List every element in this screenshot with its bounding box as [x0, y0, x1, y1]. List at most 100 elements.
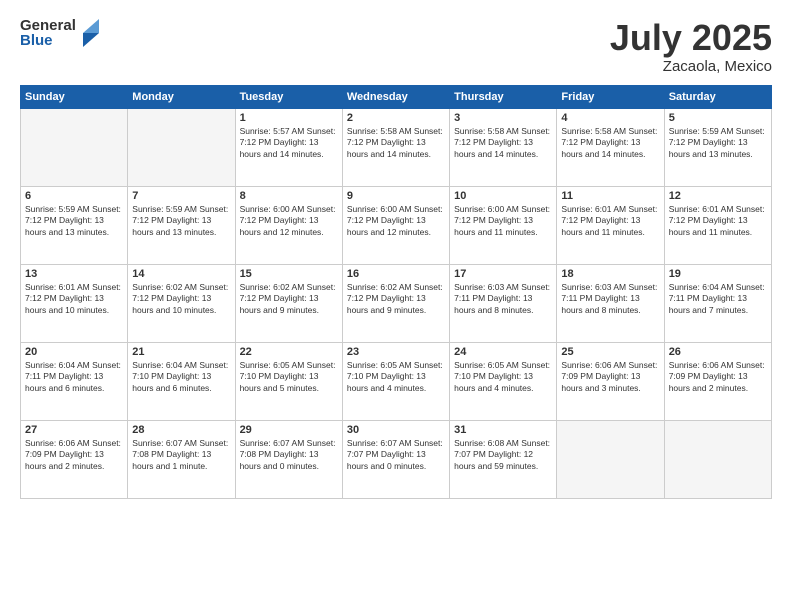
day-number: 12 [669, 190, 767, 202]
calendar-cell: 8Sunrise: 6:00 AM Sunset: 7:12 PM Daylig… [235, 186, 342, 264]
day-number: 25 [561, 346, 659, 358]
day-number: 13 [25, 268, 123, 280]
day-info: Sunrise: 5:59 AM Sunset: 7:12 PM Dayligh… [25, 204, 123, 238]
calendar-cell: 19 Sunrise: 6:04 AM Sunset: 7:11 PM Dayli… [664, 264, 771, 342]
day-info: Sunrise: 5:58 AM Sunset: 7:12 PM Dayligh… [561, 126, 659, 160]
day-number: 28 [132, 424, 230, 436]
calendar-cell: 14Sunrise: 6:02 AM Sunset: 7:12 PM Dayli… [128, 264, 235, 342]
calendar-subtitle: Zacaola, Mexico [610, 58, 772, 75]
day-info: Sunrise: 6:08 AM Sunset: 7:07 PM Dayligh… [454, 438, 552, 472]
day-number: 5 [669, 112, 767, 124]
calendar-week-2: 6 Sunrise: 5:59 AM Sunset: 7:12 PM Daylig… [21, 186, 772, 264]
logo-blue-text: Blue [20, 33, 76, 48]
calendar-cell [664, 420, 771, 498]
day-number: 3 [454, 112, 552, 124]
day-number: 16 [347, 268, 445, 280]
day-info: Sunrise: 5:58 AM Sunset: 7:12 PM Dayligh… [347, 126, 445, 160]
day-info: Sunrise: 6:03 AM Sunset: 7:11 PM Dayligh… [561, 282, 659, 316]
day-info: Sunrise: 6:00 AM Sunset: 7:12 PM Dayligh… [454, 204, 552, 238]
calendar-cell: 7 Sunrise: 5:59 AM Sunset: 7:12 PM Daylig… [128, 186, 235, 264]
day-info: Sunrise: 6:02 AM Sunset: 7:12 PM Dayligh… [132, 282, 230, 316]
day-info: Sunrise: 6:05 AM Sunset: 7:10 PM Dayligh… [454, 360, 552, 394]
calendar-cell: 4 Sunrise: 5:58 AM Sunset: 7:12 PM Daylig… [557, 108, 664, 186]
calendar-cell: 17 Sunrise: 6:03 AM Sunset: 7:11 PM Dayli… [450, 264, 557, 342]
day-info: Sunrise: 6:06 AM Sunset: 7:09 PM Dayligh… [669, 360, 767, 394]
day-number: 6 [25, 190, 123, 202]
day-number: 11 [561, 190, 659, 202]
day-info: Sunrise: 5:57 AM Sunset: 7:12 PM Dayligh… [240, 126, 338, 160]
logo-general-text: General [20, 18, 76, 33]
calendar-cell: 5 Sunrise: 5:59 AM Sunset: 7:12 PM Daylig… [664, 108, 771, 186]
calendar-cell: 24 Sunrise: 6:05 AM Sunset: 7:10 PM Dayli… [450, 342, 557, 420]
day-info: Sunrise: 6:02 AM Sunset: 7:12 PM Dayligh… [240, 282, 338, 316]
col-monday: Monday [128, 85, 235, 108]
day-info: Sunrise: 6:04 AM Sunset: 7:11 PM Dayligh… [25, 360, 123, 394]
calendar-cell: 22 Sunrise: 6:05 AM Sunset: 7:10 PM Dayli… [235, 342, 342, 420]
day-number: 2 [347, 112, 445, 124]
calendar-cell: 6 Sunrise: 5:59 AM Sunset: 7:12 PM Daylig… [21, 186, 128, 264]
calendar-cell: 28Sunrise: 6:07 AM Sunset: 7:08 PM Dayli… [128, 420, 235, 498]
calendar-cell: 18 Sunrise: 6:03 AM Sunset: 7:11 PM Dayli… [557, 264, 664, 342]
day-info: Sunrise: 6:01 AM Sunset: 7:12 PM Dayligh… [669, 204, 767, 238]
day-number: 4 [561, 112, 659, 124]
calendar-title: July 2025 [610, 18, 772, 58]
calendar-cell: 13 Sunrise: 6:01 AM Sunset: 7:12 PM Dayli… [21, 264, 128, 342]
day-number: 21 [132, 346, 230, 358]
day-info: Sunrise: 6:01 AM Sunset: 7:12 PM Dayligh… [561, 204, 659, 238]
day-number: 27 [25, 424, 123, 436]
calendar-cell: 16Sunrise: 6:02 AM Sunset: 7:12 PM Dayli… [342, 264, 449, 342]
logo: General Blue [20, 18, 99, 48]
day-number: 29 [240, 424, 338, 436]
day-number: 19 [669, 268, 767, 280]
calendar-cell: 3Sunrise: 5:58 AM Sunset: 7:12 PM Daylig… [450, 108, 557, 186]
day-number: 17 [454, 268, 552, 280]
day-number: 23 [347, 346, 445, 358]
day-number: 18 [561, 268, 659, 280]
day-number: 9 [347, 190, 445, 202]
col-wednesday: Wednesday [342, 85, 449, 108]
calendar-cell: 20 Sunrise: 6:04 AM Sunset: 7:11 PM Dayli… [21, 342, 128, 420]
day-info: Sunrise: 6:06 AM Sunset: 7:09 PM Dayligh… [25, 438, 123, 472]
day-number: 22 [240, 346, 338, 358]
calendar-week-4: 20 Sunrise: 6:04 AM Sunset: 7:11 PM Dayli… [21, 342, 772, 420]
calendar-cell: 9 Sunrise: 6:00 AM Sunset: 7:12 PM Daylig… [342, 186, 449, 264]
calendar-cell [557, 420, 664, 498]
calendar-cell: 11 Sunrise: 6:01 AM Sunset: 7:12 PM Dayli… [557, 186, 664, 264]
calendar-cell: 25Sunrise: 6:06 AM Sunset: 7:09 PM Dayli… [557, 342, 664, 420]
calendar-cell: 2 Sunrise: 5:58 AM Sunset: 7:12 PM Daylig… [342, 108, 449, 186]
calendar-cell: 29 Sunrise: 6:07 AM Sunset: 7:08 PM Dayli… [235, 420, 342, 498]
header-row: Sunday Monday Tuesday Wednesday Thursday… [21, 85, 772, 108]
day-info: Sunrise: 6:05 AM Sunset: 7:10 PM Dayligh… [347, 360, 445, 394]
day-info: Sunrise: 5:59 AM Sunset: 7:12 PM Dayligh… [132, 204, 230, 238]
col-friday: Friday [557, 85, 664, 108]
calendar-cell: 15Sunrise: 6:02 AM Sunset: 7:12 PM Dayli… [235, 264, 342, 342]
calendar-cell: 12 Sunrise: 6:01 AM Sunset: 7:12 PM Dayli… [664, 186, 771, 264]
calendar-table: Sunday Monday Tuesday Wednesday Thursday… [20, 85, 772, 499]
calendar-cell: 30Sunrise: 6:07 AM Sunset: 7:07 PM Dayli… [342, 420, 449, 498]
day-info: Sunrise: 5:59 AM Sunset: 7:12 PM Dayligh… [669, 126, 767, 160]
calendar-cell [128, 108, 235, 186]
title-block: July 2025 Zacaola, Mexico [610, 18, 772, 75]
day-info: Sunrise: 6:07 AM Sunset: 7:08 PM Dayligh… [240, 438, 338, 472]
day-number: 10 [454, 190, 552, 202]
day-info: Sunrise: 6:03 AM Sunset: 7:11 PM Dayligh… [454, 282, 552, 316]
day-number: 8 [240, 190, 338, 202]
calendar-cell: 23 Sunrise: 6:05 AM Sunset: 7:10 PM Dayli… [342, 342, 449, 420]
day-info: Sunrise: 6:04 AM Sunset: 7:11 PM Dayligh… [669, 282, 767, 316]
calendar-week-3: 13 Sunrise: 6:01 AM Sunset: 7:12 PM Dayli… [21, 264, 772, 342]
day-number: 7 [132, 190, 230, 202]
col-thursday: Thursday [450, 85, 557, 108]
calendar-cell: 31 Sunrise: 6:08 AM Sunset: 7:07 PM Dayli… [450, 420, 557, 498]
day-number: 1 [240, 112, 338, 124]
day-info: Sunrise: 6:00 AM Sunset: 7:12 PM Dayligh… [347, 204, 445, 238]
day-info: Sunrise: 6:05 AM Sunset: 7:10 PM Dayligh… [240, 360, 338, 394]
day-number: 20 [25, 346, 123, 358]
day-info: Sunrise: 6:01 AM Sunset: 7:12 PM Dayligh… [25, 282, 123, 316]
day-info: Sunrise: 6:04 AM Sunset: 7:10 PM Dayligh… [132, 360, 230, 394]
day-number: 24 [454, 346, 552, 358]
calendar-cell [21, 108, 128, 186]
calendar-cell: 26Sunrise: 6:06 AM Sunset: 7:09 PM Dayli… [664, 342, 771, 420]
col-saturday: Saturday [664, 85, 771, 108]
calendar-cell: 27 Sunrise: 6:06 AM Sunset: 7:09 PM Dayli… [21, 420, 128, 498]
day-number: 31 [454, 424, 552, 436]
